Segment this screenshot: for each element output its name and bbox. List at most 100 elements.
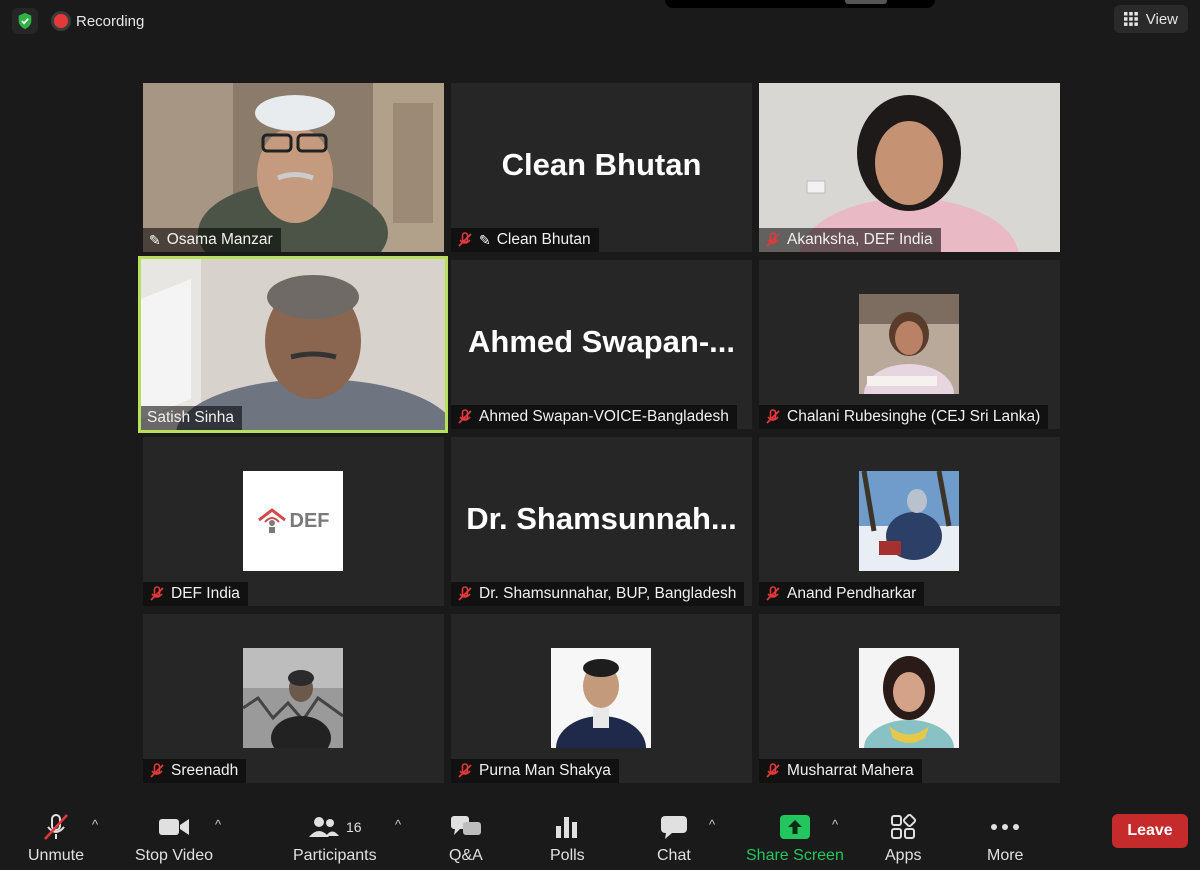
chat-label: Chat bbox=[657, 847, 691, 864]
profile-picture bbox=[243, 648, 343, 748]
video-tile[interactable]: ✎ Osama Manzar bbox=[143, 83, 444, 252]
participants-count: 16 bbox=[346, 819, 362, 835]
video-tile[interactable]: Akanksha, DEF India bbox=[759, 83, 1060, 252]
mic-muted-icon bbox=[150, 763, 164, 778]
participant-name: Musharrat Mahera bbox=[787, 762, 914, 779]
participant-video bbox=[141, 259, 445, 430]
name-tag: Dr. Shamsunnahar, BUP, Bangladesh bbox=[451, 582, 745, 606]
qa-button[interactable]: Q&A bbox=[449, 813, 483, 865]
pin-icon: ✎ bbox=[149, 231, 161, 248]
chat-icon bbox=[660, 816, 687, 839]
participant-name: Akanksha, DEF India bbox=[787, 231, 933, 248]
unmute-label: Unmute bbox=[28, 847, 85, 864]
pin-icon: ✎ bbox=[479, 231, 491, 248]
participant-video bbox=[143, 83, 444, 252]
participant-name: Anand Pendharkar bbox=[787, 585, 917, 602]
profile-picture bbox=[859, 294, 959, 394]
name-tag: Akanksha, DEF India bbox=[759, 228, 941, 252]
participant-big-name: Clean Bhutan bbox=[501, 147, 702, 182]
mic-muted-icon bbox=[766, 763, 780, 778]
video-tile[interactable]: Anand Pendharkar bbox=[759, 437, 1060, 606]
participant-video bbox=[759, 83, 1060, 252]
participants-button[interactable]: 16 Participants bbox=[293, 813, 377, 865]
qa-icon bbox=[450, 816, 481, 835]
share-options-caret[interactable]: ^ bbox=[832, 817, 838, 832]
more-dots-icon bbox=[991, 824, 1020, 830]
name-tag: Sreenadh bbox=[143, 759, 247, 783]
mic-muted-icon bbox=[150, 586, 164, 601]
video-tile-active-speaker[interactable]: Satish Sinha bbox=[138, 256, 448, 433]
participant-big-name: Dr. Shamsunnah... bbox=[466, 501, 737, 536]
video-tile[interactable]: Ahmed Swapan-... Ahmed Swapan-VOICE-Bang… bbox=[451, 260, 752, 429]
share-screen-icon bbox=[779, 815, 810, 839]
participant-name: Dr. Shamsunnahar, BUP, Bangladesh bbox=[479, 585, 737, 602]
video-tile[interactable]: Musharrat Mahera bbox=[759, 614, 1060, 783]
polls-label: Polls bbox=[550, 847, 585, 864]
mic-muted-icon bbox=[766, 586, 780, 601]
mic-muted-icon bbox=[766, 232, 780, 247]
recording-indicator[interactable]: Recording bbox=[54, 8, 144, 34]
name-tag: Musharrat Mahera bbox=[759, 759, 922, 783]
participant-name: Chalani Rubesinghe (CEJ Sri Lanka) bbox=[787, 408, 1041, 425]
audio-options-caret[interactable]: ^ bbox=[92, 817, 98, 832]
video-tile[interactable]: Dr. Shamsunnah... Dr. Shamsunnahar, BUP,… bbox=[451, 437, 752, 606]
polls-icon bbox=[556, 817, 578, 838]
mic-muted-icon bbox=[458, 232, 472, 247]
mic-muted-icon bbox=[458, 586, 472, 601]
participant-name: Satish Sinha bbox=[147, 409, 235, 426]
chat-options-caret[interactable]: ^ bbox=[709, 817, 715, 832]
video-options-caret[interactable]: ^ bbox=[215, 817, 221, 832]
name-tag: ✎ Osama Manzar bbox=[143, 228, 281, 252]
video-tile[interactable]: Chalani Rubesinghe (CEJ Sri Lanka) bbox=[759, 260, 1060, 429]
stop-video-label: Stop Video bbox=[135, 847, 213, 864]
profile-picture bbox=[859, 471, 959, 571]
name-tag: ✎ Clean Bhutan bbox=[451, 228, 599, 252]
participants-icon bbox=[309, 817, 339, 837]
polls-button[interactable]: Polls bbox=[550, 813, 585, 865]
name-tag: Purna Man Shakya bbox=[451, 759, 619, 783]
notch-handle bbox=[845, 0, 887, 4]
participant-name: Sreenadh bbox=[171, 762, 239, 779]
more-label: More bbox=[987, 847, 1024, 864]
mic-muted-icon bbox=[44, 814, 68, 840]
name-tag: Satish Sinha bbox=[141, 406, 243, 430]
more-button[interactable]: More bbox=[987, 813, 1023, 865]
apps-button[interactable]: Apps bbox=[885, 813, 921, 865]
unmute-button[interactable]: Unmute bbox=[28, 813, 84, 865]
name-tag: DEF India bbox=[143, 582, 248, 606]
meeting-toolbar: Unmute ^ Stop Video ^ 16 Participants ^ … bbox=[0, 805, 1200, 870]
participants-options-caret[interactable]: ^ bbox=[395, 817, 401, 832]
mic-muted-icon bbox=[458, 763, 472, 778]
participant-name: DEF India bbox=[171, 585, 240, 602]
name-tag: Anand Pendharkar bbox=[759, 582, 925, 606]
participant-name: Clean Bhutan bbox=[496, 231, 591, 248]
apps-icon bbox=[891, 814, 917, 839]
profile-picture: DEF bbox=[243, 471, 343, 571]
stop-video-button[interactable]: Stop Video bbox=[135, 813, 213, 865]
participant-name: Purna Man Shakya bbox=[479, 762, 611, 779]
recording-label: Recording bbox=[76, 12, 145, 30]
def-logo-icon bbox=[257, 508, 286, 533]
mic-muted-icon bbox=[766, 409, 780, 424]
video-tile[interactable]: Sreenadh bbox=[143, 614, 444, 783]
view-label: View bbox=[1145, 10, 1178, 28]
grid-icon bbox=[1123, 12, 1138, 26]
view-button[interactable]: View bbox=[1113, 5, 1188, 33]
participants-label: Participants bbox=[293, 847, 377, 864]
share-screen-button[interactable]: Share Screen bbox=[746, 813, 844, 865]
mic-muted-icon bbox=[458, 409, 472, 424]
participant-name: Osama Manzar bbox=[166, 231, 273, 248]
profile-picture bbox=[859, 648, 959, 748]
leave-button[interactable]: Leave bbox=[1112, 814, 1188, 848]
chat-button[interactable]: Chat bbox=[657, 813, 691, 865]
share-screen-label: Share Screen bbox=[746, 847, 844, 864]
profile-picture bbox=[551, 648, 651, 748]
video-tile[interactable]: DEF DEF India bbox=[143, 437, 444, 606]
video-tile[interactable]: Purna Man Shakya bbox=[451, 614, 752, 783]
security-shield-icon[interactable] bbox=[12, 8, 38, 34]
video-tile[interactable]: Clean Bhutan ✎ Clean Bhutan bbox=[451, 83, 752, 252]
participant-big-name: Ahmed Swapan-... bbox=[468, 324, 735, 359]
participant-name: Ahmed Swapan-VOICE-Bangladesh bbox=[479, 408, 729, 425]
apps-label: Apps bbox=[885, 847, 922, 864]
qa-label: Q&A bbox=[449, 847, 483, 864]
